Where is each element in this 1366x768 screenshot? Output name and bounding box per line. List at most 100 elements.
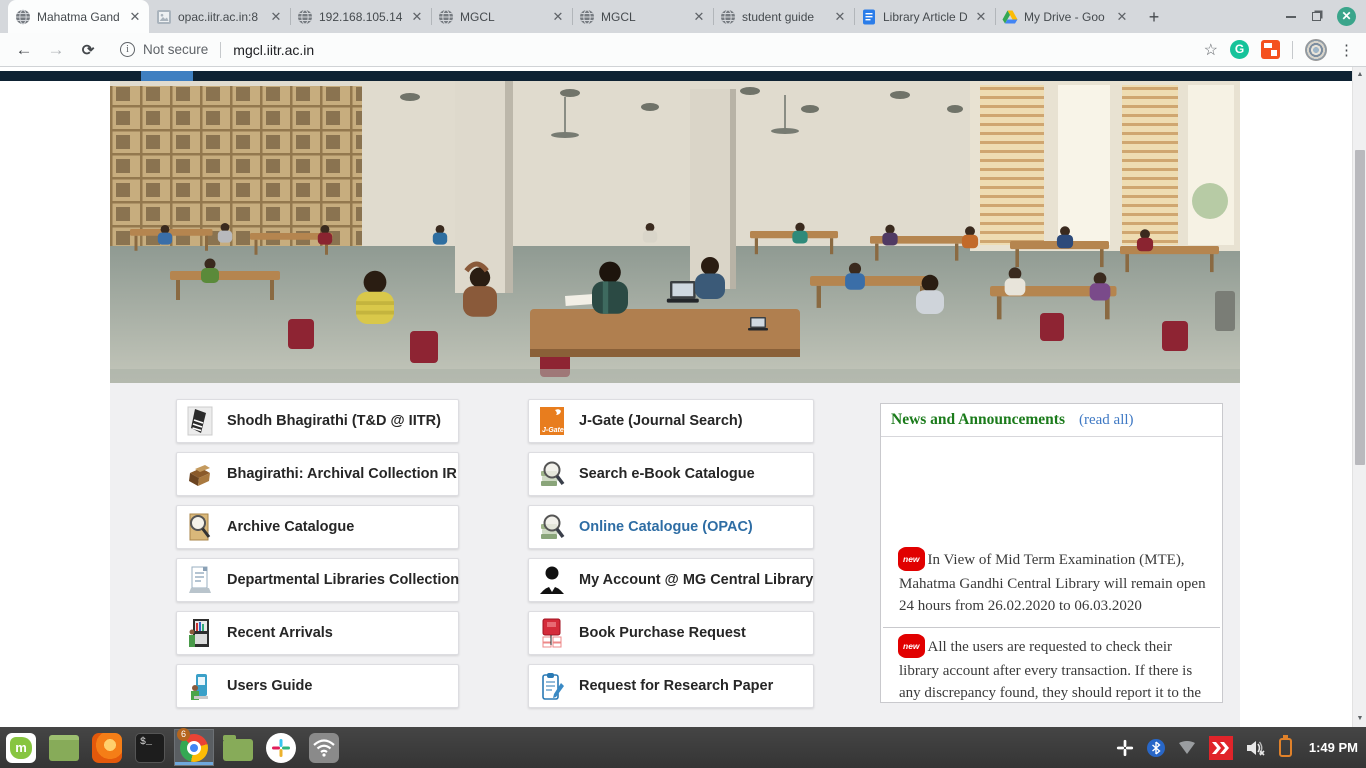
tab-close-icon[interactable]: ✕ xyxy=(692,9,706,25)
navbar-active-item[interactable] xyxy=(141,71,193,81)
url-text[interactable]: mgcl.iitr.ac.in xyxy=(233,42,314,58)
folder-icon xyxy=(223,739,253,761)
news-read-all-link[interactable]: (read all) xyxy=(1079,412,1134,429)
chrome-taskbar-item[interactable]: 6 xyxy=(174,729,214,766)
page-scrollbar[interactable]: ▲ ▼ xyxy=(1352,67,1366,727)
library-hero-photo xyxy=(110,81,1240,383)
link-research-paper-request[interactable]: Request for Research Paper xyxy=(528,664,814,708)
tab-mgcl-1[interactable]: MGCL ✕ xyxy=(431,0,572,33)
wifi-tray-icon[interactable] xyxy=(1178,741,1196,755)
tab-student-guide[interactable]: student guide ✕ xyxy=(713,0,854,33)
browser-tab-strip: Mahatma Gand ✕ opac.iitr.ac.in:8 ✕ 192.1… xyxy=(0,0,1366,33)
tab-title: My Drive - Goo xyxy=(1024,10,1109,24)
browser-toolbar: ← → ⟳ i Not secure mgcl.iitr.ac.in ☆ G ⋮ xyxy=(0,33,1366,67)
reload-button[interactable]: ⟳ xyxy=(74,36,102,64)
network-launcher[interactable] xyxy=(309,733,339,763)
tab-close-icon[interactable]: ✕ xyxy=(1115,9,1129,25)
link-shodh-bhagirathi[interactable]: Shodh Bhagirathi (T&D @ IITR) xyxy=(176,399,459,443)
terminal-launcher-icon[interactable]: $_ xyxy=(135,733,165,763)
link-label: Shodh Bhagirathi (T&D @ IITR) xyxy=(227,413,441,429)
link-book-purchase[interactable]: Book Purchase Request xyxy=(528,611,814,655)
restore-button[interactable] xyxy=(1312,12,1321,21)
tab-close-icon[interactable]: ✕ xyxy=(974,9,988,25)
scrollbar-thumb[interactable] xyxy=(1355,150,1365,465)
quick-links-column-middle: J-Gate J-Gate (Journal Search) Search e-… xyxy=(528,399,814,717)
news-header: News and Announcements (read all) xyxy=(881,404,1222,437)
chrome-window-count-badge: 6 xyxy=(177,728,190,741)
scroll-down-arrow[interactable]: ▼ xyxy=(1353,712,1366,726)
document-magnifier-icon xyxy=(187,512,213,542)
library-photo-illustration xyxy=(110,81,1240,383)
security-status[interactable]: Not secure xyxy=(143,42,208,57)
tab-close-icon[interactable]: ✕ xyxy=(833,9,847,25)
bookmark-star-icon[interactable]: ☆ xyxy=(1204,40,1218,60)
news-title: News and Announcements xyxy=(891,411,1065,429)
orange-extension-icon[interactable] xyxy=(1261,40,1280,59)
anydesk-tray-icon[interactable] xyxy=(1209,736,1233,760)
back-button[interactable]: ← xyxy=(10,36,38,64)
tab-mgcl-2[interactable]: MGCL ✕ xyxy=(572,0,713,33)
tab-opac[interactable]: opac.iitr.ac.in:8 ✕ xyxy=(149,0,290,33)
link-jgate[interactable]: J-Gate J-Gate (Journal Search) xyxy=(528,399,814,443)
link-archive-catalogue[interactable]: Archive Catalogue xyxy=(176,505,459,549)
address-bar[interactable]: i Not secure mgcl.iitr.ac.in xyxy=(106,36,1200,64)
news-item-text: In View of Mid Term Examination (MTE), M… xyxy=(899,552,1206,614)
link-users-guide[interactable]: Users Guide xyxy=(176,664,459,708)
google-docs-favicon xyxy=(861,9,877,25)
scroll-up-arrow[interactable]: ▲ xyxy=(1353,68,1366,82)
tab-ip-address[interactable]: 192.168.105.14 ✕ xyxy=(290,0,431,33)
close-window-button[interactable]: ✕ xyxy=(1337,7,1356,26)
tab-close-icon[interactable]: ✕ xyxy=(128,9,142,25)
firefox-launcher-icon[interactable] xyxy=(92,733,122,763)
link-label: My Account @ MG Central Library xyxy=(579,572,813,588)
tab-my-drive[interactable]: My Drive - Goo ✕ xyxy=(995,0,1136,33)
tab-title: MGCL xyxy=(460,10,545,24)
bluetooth-tray-icon[interactable] xyxy=(1147,739,1165,757)
jgate-logo-icon: J-Gate xyxy=(539,406,565,436)
tab-mahatma-gandhi-library[interactable]: Mahatma Gand ✕ xyxy=(8,0,149,33)
globe-favicon xyxy=(297,9,313,25)
archive-box-icon xyxy=(187,459,213,489)
system-tray: 1:49 PM xyxy=(1116,727,1358,768)
volume-muted-tray-icon[interactable] xyxy=(1246,739,1266,757)
link-departmental-libraries[interactable]: Departmental Libraries Collection xyxy=(176,558,459,602)
link-my-account[interactable]: My Account @ MG Central Library xyxy=(528,558,814,602)
taskbar: m $_ 6 1:49 PM xyxy=(0,727,1366,768)
chrome-menu-icon[interactable]: ⋮ xyxy=(1339,41,1354,59)
slack-tray-icon[interactable] xyxy=(1116,739,1134,757)
globe-favicon xyxy=(579,9,595,25)
tab-title: Library Article D xyxy=(883,10,968,24)
file-manager-launcher[interactable] xyxy=(223,733,253,763)
tab-title: student guide xyxy=(742,10,827,24)
image-favicon xyxy=(156,9,172,25)
iitr-profile-badge[interactable] xyxy=(1305,39,1327,61)
link-ebook-catalogue[interactable]: Search e-Book Catalogue xyxy=(528,452,814,496)
url-divider xyxy=(220,42,221,58)
link-label: J-Gate (Journal Search) xyxy=(579,413,743,429)
tab-close-icon[interactable]: ✕ xyxy=(269,9,283,25)
kiosk-person-icon xyxy=(187,671,213,701)
slack-launcher[interactable] xyxy=(266,733,296,763)
battery-tray-icon[interactable] xyxy=(1279,738,1292,757)
tab-close-icon[interactable]: ✕ xyxy=(551,9,565,25)
person-silhouette-icon xyxy=(539,565,565,595)
new-badge-icon: new xyxy=(899,547,924,571)
taskbar-clock[interactable]: 1:49 PM xyxy=(1305,740,1358,755)
window-icon xyxy=(49,735,79,761)
forward-button[interactable]: → xyxy=(42,36,70,64)
show-desktop-button[interactable] xyxy=(49,733,79,763)
tab-library-article[interactable]: Library Article D ✕ xyxy=(854,0,995,33)
new-badge-icon: new xyxy=(899,634,924,658)
minimize-button[interactable] xyxy=(1286,16,1296,18)
tab-close-icon[interactable]: ✕ xyxy=(410,9,424,25)
page-info-icon[interactable]: i xyxy=(120,42,135,57)
tab-title: opac.iitr.ac.in:8 xyxy=(178,10,263,24)
link-opac[interactable]: Online Catalogue (OPAC) xyxy=(528,505,814,549)
link-recent-arrivals[interactable]: Recent Arrivals xyxy=(176,611,459,655)
new-tab-button[interactable]: + xyxy=(1140,3,1168,31)
link-bhagirathi-archival[interactable]: Bhagirathi: Archival Collection IR xyxy=(176,452,459,496)
site-navbar-strip xyxy=(0,71,1352,81)
mint-menu-button[interactable]: m xyxy=(6,733,36,763)
grammarly-extension-icon[interactable]: G xyxy=(1230,40,1249,59)
globe-favicon xyxy=(720,9,736,25)
